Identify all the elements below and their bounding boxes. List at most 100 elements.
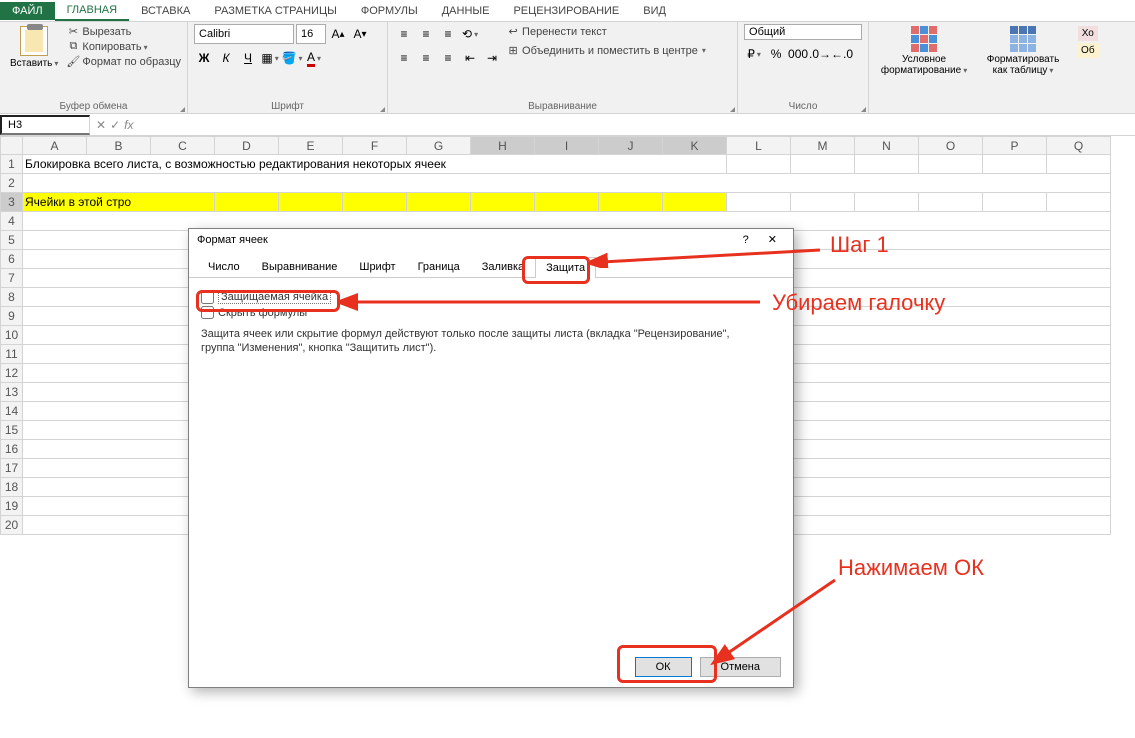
align-middle-button[interactable]: ≡ [416,24,436,44]
row-header[interactable]: 13 [1,383,23,402]
increase-font-button[interactable]: A▴ [328,24,348,44]
row-header[interactable]: 11 [1,345,23,364]
cell-styles-partial[interactable]: Хо Об [1073,24,1103,60]
dialog-tab-fill[interactable]: Заливка [471,256,535,277]
percent-button[interactable]: % [766,44,786,64]
dialog-tab-protection[interactable]: Защита [535,257,596,278]
font-size-select[interactable] [296,24,326,44]
row-header[interactable]: 7 [1,269,23,288]
protected-cell-checkbox-row[interactable]: Защищаемая ячейка [201,290,781,304]
dialog-close-button[interactable]: ✕ [760,234,785,246]
ok-button[interactable]: ОК [635,657,692,677]
protected-cell-checkbox[interactable] [201,291,214,304]
font-color-button[interactable]: A [304,48,324,68]
decrease-decimal-button[interactable]: ←.0 [832,44,852,64]
conditional-formatting-button[interactable]: Условное форматирование [875,24,973,78]
tab-file[interactable]: ФАЙЛ [0,2,55,20]
cell[interactable]: Ячейки в этой стро [23,193,215,212]
select-all-corner[interactable] [1,137,23,155]
dialog-tab-alignment[interactable]: Выравнивание [251,256,349,277]
cell[interactable]: Блокировка всего листа, с возможностью р… [23,155,727,174]
col-header[interactable]: K [663,137,727,155]
col-header[interactable]: Q [1047,137,1111,155]
decrease-font-button[interactable]: A▾ [350,24,370,44]
dialog-launcher-icon[interactable] [730,107,735,112]
tab-home[interactable]: ГЛАВНАЯ [55,1,129,21]
tab-data[interactable]: ДАННЫЕ [430,2,502,20]
dialog-tab-number[interactable]: Число [197,256,251,277]
align-bottom-button[interactable]: ≡ [438,24,458,44]
row-header[interactable]: 16 [1,440,23,459]
tab-view[interactable]: ВИД [631,2,678,20]
row-header[interactable]: 20 [1,516,23,535]
row-header[interactable]: 6 [1,250,23,269]
cancel-formula-icon[interactable]: ✕ [96,118,106,132]
col-header[interactable]: P [983,137,1047,155]
row-header[interactable]: 5 [1,231,23,250]
col-header[interactable]: M [791,137,855,155]
fill-color-button[interactable]: 🪣 [282,48,302,68]
col-header[interactable]: D [215,137,279,155]
row-header[interactable]: 3 [1,193,23,212]
formula-input[interactable] [139,123,1135,127]
cancel-button[interactable]: Отмена [700,657,781,677]
fx-icon[interactable]: fx [124,118,133,132]
name-box[interactable] [0,115,90,135]
row-header[interactable]: 15 [1,421,23,440]
col-header[interactable]: N [855,137,919,155]
col-header[interactable]: O [919,137,983,155]
border-button[interactable]: ▦ [260,48,280,68]
orientation-button[interactable]: ⟲ [460,24,480,44]
col-header[interactable]: I [535,137,599,155]
align-center-button[interactable]: ≡ [416,48,436,68]
row-header[interactable]: 14 [1,402,23,421]
font-name-select[interactable] [194,24,294,44]
row-header[interactable]: 19 [1,497,23,516]
row-header[interactable]: 18 [1,478,23,497]
row-header[interactable]: 1 [1,155,23,174]
accept-formula-icon[interactable]: ✓ [110,118,120,132]
row-header[interactable]: 17 [1,459,23,478]
paste-button[interactable]: Вставить [6,24,62,71]
col-header[interactable]: G [407,137,471,155]
underline-button[interactable]: Ч [238,48,258,68]
col-header[interactable]: A [23,137,87,155]
merge-center-button[interactable]: ⊞Объединить и поместить в центре [506,43,706,58]
align-left-button[interactable]: ≡ [394,48,414,68]
thousands-button[interactable]: 000 [788,44,808,64]
col-header[interactable]: H [471,137,535,155]
cut-button[interactable]: ✂Вырезать [66,24,181,39]
format-painter-button[interactable]: 🖌Формат по образцу [66,54,181,69]
increase-decimal-button[interactable]: .0→ [810,44,830,64]
currency-button[interactable]: ₽ [744,44,764,64]
col-header[interactable]: L [727,137,791,155]
hide-formulas-checkbox[interactable] [201,306,214,319]
dialog-launcher-icon[interactable] [180,107,185,112]
bold-button[interactable]: Ж [194,48,214,68]
increase-indent-button[interactable]: ⇥ [482,48,502,68]
dialog-launcher-icon[interactable] [380,107,385,112]
copy-button[interactable]: ⧉Копировать [66,39,181,54]
col-header[interactable]: B [87,137,151,155]
tab-review[interactable]: РЕЦЕНЗИРОВАНИЕ [501,2,631,20]
row-header[interactable]: 9 [1,307,23,326]
col-header[interactable]: C [151,137,215,155]
wrap-text-button[interactable]: ↩Перенести текст [506,24,706,39]
number-format-select[interactable] [744,24,862,40]
col-header[interactable]: E [279,137,343,155]
tab-insert[interactable]: ВСТАВКА [129,2,202,20]
col-header[interactable]: F [343,137,407,155]
row-header[interactable]: 10 [1,326,23,345]
hide-formulas-checkbox-row[interactable]: Скрыть формулы [201,306,781,319]
row-header[interactable]: 4 [1,212,23,231]
tab-formulas[interactable]: ФОРМУЛЫ [349,2,430,20]
decrease-indent-button[interactable]: ⇤ [460,48,480,68]
dialog-help-button[interactable]: ? [735,234,757,246]
dialog-tab-border[interactable]: Граница [407,256,471,277]
dialog-launcher-icon[interactable] [861,107,866,112]
row-header[interactable]: 2 [1,174,23,193]
col-header[interactable]: J [599,137,663,155]
row-header[interactable]: 12 [1,364,23,383]
dialog-tab-font[interactable]: Шрифт [348,256,406,277]
align-top-button[interactable]: ≡ [394,24,414,44]
